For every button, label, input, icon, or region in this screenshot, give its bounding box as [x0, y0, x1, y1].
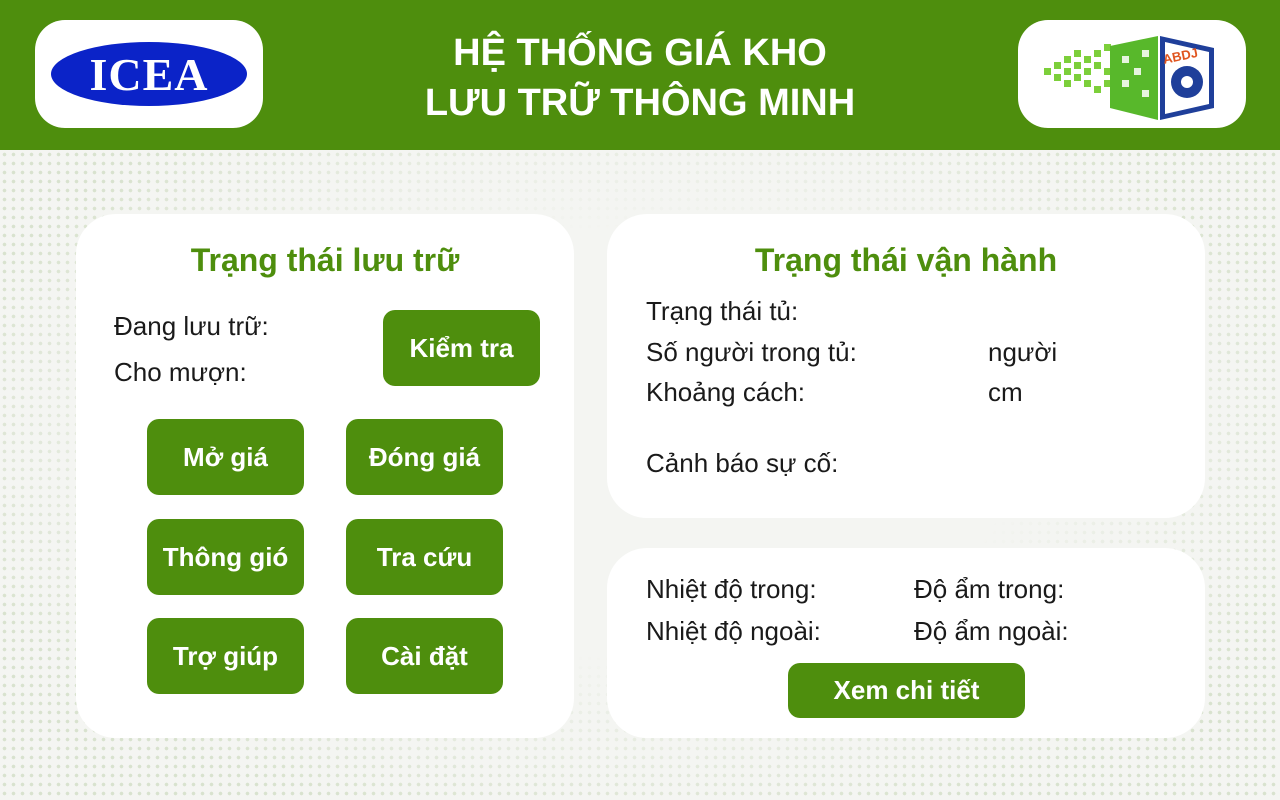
partner-logo-icon: ABDJ [1044, 36, 1214, 120]
temperature-outside-label: Nhiệt độ ngoài: [646, 616, 821, 646]
app-header: ICEA HỆ THỐNG GIÁ KHO LƯU TRỮ THÔNG MINH [0, 0, 1280, 150]
check-button[interactable]: Kiểm tra [383, 310, 540, 386]
humidity-inside-label: Độ ẩm trong: [914, 574, 1065, 604]
help-button[interactable]: Trợ giúp [147, 618, 304, 694]
icea-logo-text: ICEA [89, 48, 209, 100]
incident-warning-label: Cảnh báo sự cố: [646, 448, 839, 478]
environment-panel: Nhiệt độ trong: Nhiệt độ ngoài: Độ ẩm tr… [607, 548, 1205, 738]
page-title: HỆ THỐNG GIÁ KHO LƯU TRỮ THÔNG MINH [340, 28, 940, 128]
operation-status-title: Trạng thái vận hành [754, 242, 1058, 278]
distance-label: Khoảng cách: [646, 377, 806, 407]
ventilation-button[interactable]: Thông gió [147, 519, 304, 595]
icea-logo: ICEA [35, 20, 263, 128]
close-shelf-button[interactable]: Đóng giá [346, 419, 503, 495]
storage-status-title: Trạng thái lưu trữ [190, 242, 460, 278]
distance-unit: cm [988, 377, 1023, 407]
settings-button[interactable]: Cài đặt [346, 618, 503, 694]
people-count-unit: người [988, 337, 1058, 367]
operation-status-panel: Trạng thái vận hành Trạng thái tủ: Số ng… [607, 214, 1205, 518]
open-shelf-button[interactable]: Mở giá [147, 419, 304, 495]
lending-label: Cho mượn: [114, 357, 247, 387]
temperature-inside-label: Nhiệt độ trong: [646, 574, 817, 604]
partner-logo: ABDJ [1018, 20, 1246, 128]
page-title-line-2: LƯU TRỮ THÔNG MINH [424, 82, 856, 124]
icea-logo-oval: ICEA [51, 42, 247, 106]
cabinet-status-label: Trạng thái tủ: [646, 296, 799, 326]
storage-status-panel: Trạng thái lưu trữ Đang lưu trữ: Cho mượ… [76, 214, 574, 738]
storing-label: Đang lưu trữ: [114, 311, 269, 341]
lookup-button[interactable]: Tra cứu [346, 519, 503, 595]
humidity-outside-label: Độ ẩm ngoài: [914, 616, 1069, 646]
view-details-button[interactable]: Xem chi tiết [788, 663, 1025, 718]
people-count-label: Số người trong tủ: [646, 337, 857, 367]
page-title-line-1: HỆ THỐNG GIÁ KHO [453, 32, 827, 74]
